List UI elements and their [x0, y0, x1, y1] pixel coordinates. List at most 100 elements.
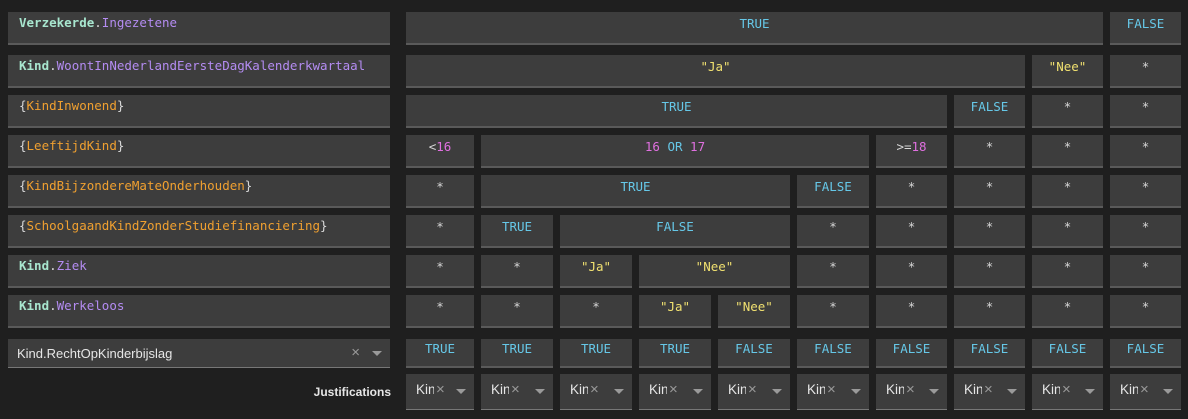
chevron-down-icon[interactable]: [1085, 389, 1095, 394]
rule-cell[interactable]: >=18: [876, 135, 947, 168]
justification-select[interactable]: Kin ×: [1110, 374, 1181, 410]
clear-icon[interactable]: ×: [906, 381, 915, 398]
rule-cell[interactable]: FALSE: [1110, 12, 1181, 45]
rule-cell[interactable]: FALSE: [560, 215, 790, 248]
condition-label[interactable]: {SchoolgaandKindZonderStudiefinanciering…: [8, 215, 390, 248]
justification-select[interactable]: Kin ×: [481, 374, 553, 410]
rule-cell[interactable]: TRUE: [406, 12, 1103, 45]
justification-select[interactable]: Kin ×: [954, 374, 1025, 410]
rule-cell[interactable]: "Ja": [560, 255, 632, 288]
rule-cell[interactable]: *: [560, 295, 632, 328]
rule-cell[interactable]: *: [481, 255, 553, 288]
rule-cell[interactable]: TRUE: [481, 215, 553, 248]
conclusion-cell[interactable]: TRUE: [406, 339, 474, 368]
rule-cell[interactable]: *: [1110, 55, 1181, 88]
chevron-down-icon[interactable]: [456, 389, 466, 394]
rule-cell[interactable]: TRUE: [481, 175, 790, 208]
rule-cell[interactable]: "Nee": [639, 255, 790, 288]
rule-cell[interactable]: *: [797, 295, 869, 328]
rule-cell[interactable]: <16: [406, 135, 474, 168]
justification-select[interactable]: Kin ×: [639, 374, 711, 410]
justification-select[interactable]: Kin ×: [406, 374, 474, 410]
rule-cell[interactable]: FALSE: [797, 175, 869, 208]
clear-icon[interactable]: ×: [748, 381, 757, 398]
condition-label[interactable]: {KindBijzondereMateOnderhouden}: [8, 175, 390, 208]
conclusion-cell[interactable]: TRUE: [560, 339, 632, 368]
rule-cell[interactable]: "Nee": [1032, 55, 1103, 88]
rule-cell[interactable]: *: [1032, 295, 1103, 328]
rule-cell[interactable]: *: [797, 255, 869, 288]
clear-icon[interactable]: ×: [590, 381, 599, 398]
clear-icon[interactable]: ×: [827, 381, 836, 398]
conclusion-cell[interactable]: FALSE: [954, 339, 1025, 368]
rule-cell[interactable]: *: [876, 215, 947, 248]
conclusion-cell[interactable]: FALSE: [876, 339, 947, 368]
rule-cell[interactable]: *: [954, 255, 1025, 288]
conclusion-cell[interactable]: TRUE: [481, 339, 553, 368]
rule-cell[interactable]: *: [406, 295, 474, 328]
rule-cell[interactable]: *: [1032, 215, 1103, 248]
condition-label[interactable]: Kind.Ziek: [8, 255, 390, 288]
condition-label[interactable]: Kind.Werkeloos: [8, 295, 390, 328]
clear-icon[interactable]: ×: [351, 344, 360, 361]
clear-icon[interactable]: ×: [1140, 381, 1149, 398]
clear-icon[interactable]: ×: [669, 381, 678, 398]
condition-label[interactable]: {LeeftijdKind}: [8, 135, 390, 168]
rule-cell[interactable]: "Nee": [718, 295, 790, 328]
clear-icon[interactable]: ×: [984, 381, 993, 398]
rule-cell[interactable]: *: [797, 215, 869, 248]
rule-cell[interactable]: 16 OR 17: [481, 135, 869, 168]
rule-cell[interactable]: *: [954, 175, 1025, 208]
rule-cell[interactable]: *: [1110, 95, 1181, 128]
rule-cell[interactable]: "Ja": [639, 295, 711, 328]
rule-cell[interactable]: *: [1032, 255, 1103, 288]
chevron-down-icon[interactable]: [1007, 389, 1017, 394]
rule-cell[interactable]: *: [1032, 135, 1103, 168]
clear-icon[interactable]: ×: [511, 381, 520, 398]
rule-cell[interactable]: *: [954, 215, 1025, 248]
justification-select[interactable]: Kin ×: [1032, 374, 1103, 410]
rule-cell[interactable]: *: [1032, 175, 1103, 208]
rule-cell[interactable]: *: [1110, 255, 1181, 288]
clear-icon[interactable]: ×: [436, 381, 445, 398]
chevron-down-icon[interactable]: [372, 351, 382, 356]
rule-cell[interactable]: *: [876, 295, 947, 328]
condition-label[interactable]: Kind.WoontInNederlandEersteDagKalenderkw…: [8, 55, 390, 88]
chevron-down-icon[interactable]: [535, 389, 545, 394]
rule-cell[interactable]: *: [406, 255, 474, 288]
rule-cell[interactable]: *: [876, 175, 947, 208]
condition-label[interactable]: {KindInwonend}: [8, 95, 390, 128]
conclusion-cell[interactable]: TRUE: [639, 339, 711, 368]
rule-cell[interactable]: *: [876, 255, 947, 288]
rule-cell[interactable]: *: [406, 215, 474, 248]
clear-icon[interactable]: ×: [1062, 381, 1071, 398]
rule-cell[interactable]: FALSE: [954, 95, 1025, 128]
rule-cell[interactable]: TRUE: [406, 95, 947, 128]
justification-select[interactable]: Kin ×: [876, 374, 947, 410]
conclusion-cell[interactable]: FALSE: [1032, 339, 1103, 368]
justification-select[interactable]: Kin ×: [797, 374, 869, 410]
chevron-down-icon[interactable]: [929, 389, 939, 394]
rule-cell[interactable]: *: [481, 295, 553, 328]
chevron-down-icon[interactable]: [772, 389, 782, 394]
conclusion-selector[interactable]: Kind.RechtOpKinderbijslag ×: [8, 339, 390, 368]
rule-cell[interactable]: *: [954, 135, 1025, 168]
rule-cell[interactable]: *: [1110, 135, 1181, 168]
conclusion-cell[interactable]: FALSE: [797, 339, 869, 368]
rule-cell[interactable]: *: [954, 295, 1025, 328]
rule-cell[interactable]: "Ja": [406, 55, 1025, 88]
justification-select[interactable]: Kin ×: [718, 374, 790, 410]
rule-cell[interactable]: *: [1032, 95, 1103, 128]
conclusion-cell[interactable]: FALSE: [718, 339, 790, 368]
rule-cell[interactable]: *: [406, 175, 474, 208]
conclusion-cell[interactable]: FALSE: [1110, 339, 1181, 368]
chevron-down-icon[interactable]: [693, 389, 703, 394]
chevron-down-icon[interactable]: [614, 389, 624, 394]
rule-cell[interactable]: *: [1110, 295, 1181, 328]
justification-select[interactable]: Kin ×: [560, 374, 632, 410]
chevron-down-icon[interactable]: [851, 389, 861, 394]
condition-label[interactable]: Verzekerde.Ingezetene: [8, 12, 390, 45]
rule-cell[interactable]: *: [1110, 175, 1181, 208]
rule-cell[interactable]: *: [1110, 215, 1181, 248]
chevron-down-icon[interactable]: [1163, 389, 1173, 394]
